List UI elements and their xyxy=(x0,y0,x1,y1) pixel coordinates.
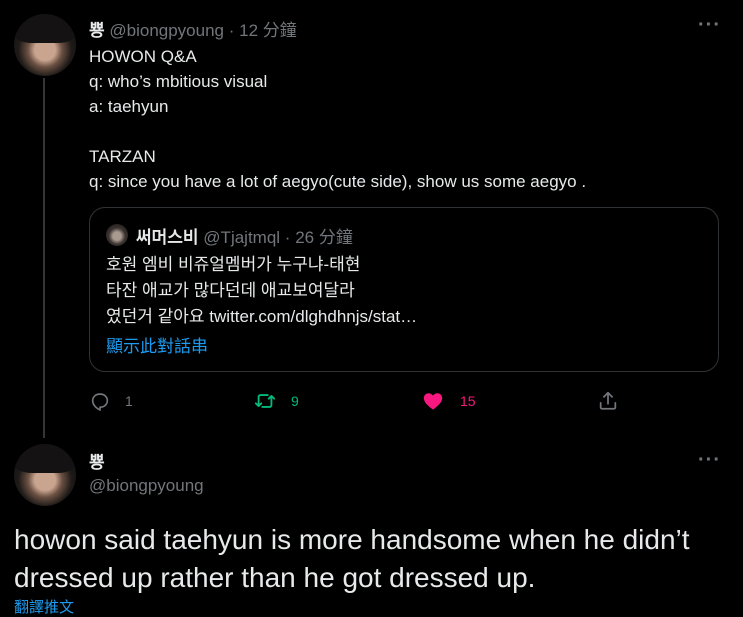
share-icon xyxy=(599,391,617,410)
tweet-text-line: q: who’s mbitious visual xyxy=(89,72,268,91)
quoted-timestamp: 26 分鐘 xyxy=(295,228,353,247)
author-name-line: 뿅 xyxy=(89,448,105,473)
reply-button[interactable]: 1 xyxy=(89,390,133,412)
thread-connector-line xyxy=(43,78,45,438)
tweet-text-line: a: taehyun xyxy=(89,97,169,116)
author-name[interactable]: 뿅 xyxy=(89,21,105,40)
tweet-text-line: HOWON Q&A xyxy=(89,47,197,66)
share-button[interactable] xyxy=(597,390,619,412)
quoted-tweet-card[interactable]: 써머스비 @Tjajtmql · 26 分鐘 호원 엠비 비쥬얼멤버가 누구냐-… xyxy=(89,207,719,372)
tweet-text-line: howon said taehyun is more handsome when… xyxy=(14,524,690,555)
tweet-text: HOWON Q&A q: who’s mbitious visual a: ta… xyxy=(89,44,719,194)
retweet-icon xyxy=(254,394,276,408)
author-handle-line: @biongpyoung xyxy=(89,476,204,496)
quoted-author-name: 써머스비 xyxy=(136,228,199,247)
retweet-button[interactable]: 9 xyxy=(253,390,299,412)
more-options-button[interactable]: ··· xyxy=(698,449,721,472)
quoted-text-line: 였던거 같아요 twitter.com/dlghdhnjs/stat… xyxy=(106,307,418,326)
translate-tweet-link[interactable]: 翻譯推文 xyxy=(14,596,74,617)
show-thread-link[interactable]: 顯示此對話串 xyxy=(106,332,208,357)
reply-icon xyxy=(91,393,109,411)
quoted-tweet-header: 써머스비 @Tjajtmql · 26 分鐘 xyxy=(136,223,353,248)
tweet-action-bar: 1 9 15 xyxy=(89,390,629,414)
quoted-text-line: 호원 엠비 비쥬얼멤버가 누구냐-태현 xyxy=(106,255,361,274)
like-button[interactable]: 15 xyxy=(422,390,476,412)
more-options-button[interactable]: ··· xyxy=(698,14,721,37)
tweet-text-line: dressed up rather than he got dressed up… xyxy=(14,562,536,593)
avatar[interactable] xyxy=(14,444,76,506)
separator: · xyxy=(284,228,291,247)
tweet-text-line xyxy=(89,119,719,144)
tweet-text: howon said taehyun is more handsome when… xyxy=(14,521,690,597)
author-handle[interactable]: @biongpyoung xyxy=(109,21,224,40)
quoted-text-line: 타잔 애교가 많다던데 애교보여달라 xyxy=(106,281,355,300)
avatar[interactable] xyxy=(14,14,76,76)
tweet-header: 뿅 @biongpyoung · 12 分鐘 xyxy=(89,16,297,41)
reply-count: 1 xyxy=(125,393,133,409)
tweet-timestamp[interactable]: 12 分鐘 xyxy=(239,21,297,40)
like-count: 15 xyxy=(460,393,476,409)
tweet-text-line: q: since you have a lot of aegyo(cute si… xyxy=(89,172,587,191)
retweet-count: 9 xyxy=(291,393,299,409)
heart-icon xyxy=(423,393,443,410)
separator: · xyxy=(228,21,235,40)
tweet-text-line: TARZAN xyxy=(89,147,156,166)
author-handle[interactable]: @biongpyoung xyxy=(89,476,204,495)
quoted-tweet-text: 호원 엠비 비쥬얼멤버가 누구냐-태현 타잔 애교가 많다던데 애교보여달라 였… xyxy=(106,252,417,330)
quoted-avatar xyxy=(106,224,128,246)
quoted-author-handle: @Tjajtmql xyxy=(203,228,281,247)
author-name[interactable]: 뿅 xyxy=(89,453,105,472)
